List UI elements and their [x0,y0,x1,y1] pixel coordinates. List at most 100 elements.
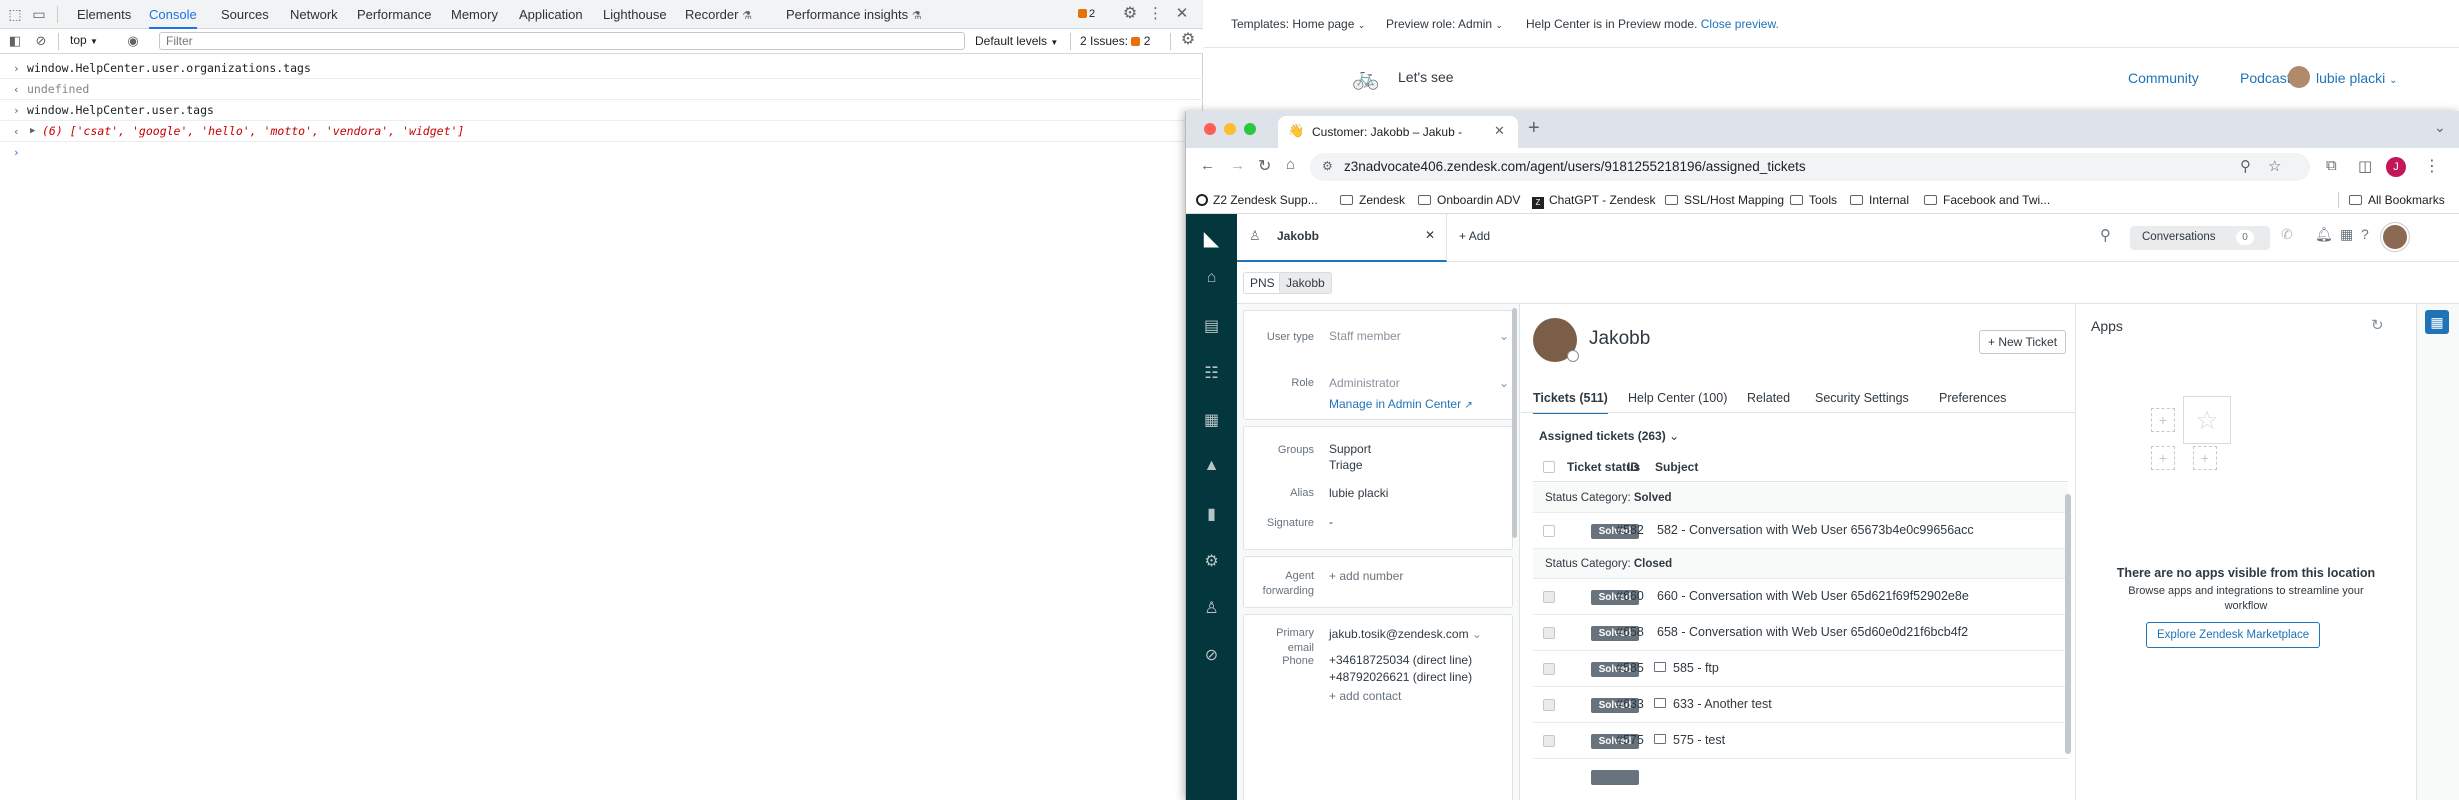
alias-value[interactable]: lubie placki [1329,486,1388,500]
sidebar-toggle-icon[interactable]: ◧ [7,31,23,51]
window-minimize-dot[interactable] [1224,123,1236,135]
table-row[interactable]: Solved #633 633 - Another test [1533,687,2068,723]
new-tab-icon[interactable]: + [1528,117,1540,140]
table-row[interactable]: Solved #582 582 - Conversation with Web … [1533,513,2068,549]
phone-2[interactable]: +48792026621 (direct line) [1329,670,1472,684]
brand-name[interactable]: Let's see [1398,69,1454,85]
nav-podcast[interactable]: Podcast [2240,70,2291,86]
table-row[interactable]: Solved #658 658 - Conversation with Web … [1533,615,2068,651]
home-icon[interactable]: ⌂ [1286,156,1295,173]
more-vertical-icon[interactable]: ⋮ [1148,4,1163,24]
issues-link[interactable]: 2 Issues: 2 [1080,34,1150,48]
add-button[interactable]: + Add [1459,229,1490,243]
ticket-subject[interactable]: 660 - Conversation with Web User 65d621f… [1657,589,2068,603]
issues-badge[interactable]: 2 [1078,8,1095,20]
tab-preferences[interactable]: Preferences [1939,391,2006,405]
group-triage[interactable]: Triage [1329,458,1363,472]
shapes-icon[interactable]: ▲ [1186,457,1237,475]
group-support[interactable]: Support [1329,442,1371,456]
assigned-tickets-dropdown[interactable]: Assigned tickets (263) ⌄ [1539,429,1679,443]
zoom-magnifier-icon[interactable]: ⚲ [2240,157,2251,175]
log-levels-select[interactable]: Default levels ▼ [975,34,1058,48]
views-icon[interactable]: ▤ [1186,316,1237,336]
table-row[interactable]: Solved #585 585 - ftp [1533,651,2068,687]
nav-community[interactable]: Community [2128,70,2199,86]
col-id[interactable]: ID [1627,460,1639,474]
row-checkbox[interactable] [1543,525,1555,537]
filter-input[interactable] [159,32,965,50]
ticket-subject[interactable]: 582 - Conversation with Web User 65673b4… [1657,523,2068,537]
breadcrumb-org[interactable]: PNS [1243,272,1282,294]
avatar[interactable] [2288,66,2310,88]
tab-application[interactable]: Application [519,0,583,29]
tab-related[interactable]: Related [1747,391,1790,405]
row-checkbox[interactable] [1543,735,1555,747]
console-input-line[interactable]: › window.HelpCenter.user.tags [0,100,1203,121]
tab-console[interactable]: Console [149,0,197,29]
refresh-icon[interactable]: ↻ [2371,316,2384,334]
site-settings-icon[interactable]: ⚙ [1322,159,1333,173]
reload-icon[interactable]: ↻ [1258,156,1271,176]
tab-recorder[interactable]: Recorder ⚗ [685,0,752,29]
table-row-partial[interactable] [1533,759,2068,795]
bookmark-internal[interactable]: Internal [1850,193,1909,207]
tab-performance[interactable]: Performance [357,0,431,29]
row-checkbox[interactable] [1543,627,1555,639]
breadcrumb-user[interactable]: Jakobb [1279,272,1332,294]
bookmark-facebook[interactable]: Facebook and Twi... [1924,193,2050,207]
bookmark-onboarding[interactable]: Onboardin ADV [1418,193,1520,207]
bookmark-zendesk[interactable]: Zendesk [1340,193,1405,207]
preview-role-select[interactable]: Preview role: Admin ⌄ [1386,17,1503,31]
side-panel-icon[interactable]: ◫ [2358,157,2372,175]
inspect-icon[interactable]: ⬚ [6,4,24,24]
tab-network[interactable]: Network [290,0,338,29]
gear-icon[interactable]: ⚙ [1120,4,1140,24]
close-icon[interactable]: ✕ [1174,4,1190,24]
col-subject[interactable]: Subject [1655,460,1698,474]
bell-icon[interactable]: 🔔︎ [2315,226,2333,243]
clear-console-icon[interactable]: ⊘ [33,31,49,51]
device-toggle-icon[interactable]: ▭ [30,4,48,24]
customers-icon[interactable]: ☷ [1186,363,1237,383]
explore-marketplace-button[interactable]: Explore Zendesk Marketplace [2146,622,2321,648]
tab-sources[interactable]: Sources [221,0,269,29]
header-user-tab[interactable]: ♙ Jakobb ✕ [1237,214,1447,262]
manage-admin-center-link[interactable]: Manage in Admin Center ↗ [1329,397,1473,411]
user-type-select-2[interactable]: Staff member ⌄ [1329,329,1509,343]
ticket-subject[interactable]: 633 - Another test [1673,697,2068,711]
tab-lighthouse[interactable]: Lighthouse [603,0,667,29]
console-input-line[interactable]: › window.HelpCenter.user.organizations.t… [0,58,1203,79]
bookmark-star-icon[interactable]: ☆ [2268,157,2281,175]
signature-value[interactable]: - [1329,515,1333,529]
conversations-button[interactable]: Conversations 0 [2130,226,2270,250]
tab-tickets[interactable]: Tickets (511) [1533,391,1608,414]
table-row[interactable]: Solved #660 660 - Conversation with Web … [1533,579,2068,615]
extensions-icon[interactable]: ⧉ [2326,157,2337,174]
primary-email-value[interactable]: jakub.tosik@zendesk.com ⌄ [1329,627,1482,641]
tab-search-chevron-icon[interactable]: ⌄ [2434,119,2446,136]
role-select[interactable]: Administrator ⌄ [1329,376,1509,390]
window-close-dot[interactable] [1204,123,1216,135]
tab-security-settings[interactable]: Security Settings [1815,391,1909,405]
apps-grid-icon[interactable]: ▦ [2425,310,2449,334]
row-checkbox[interactable] [1543,591,1555,603]
sidebar-scrollbar[interactable] [1512,308,1517,538]
select-all-checkbox[interactable] [1543,461,1555,473]
bookmark-ssl[interactable]: SSL/Host Mapping [1665,193,1784,207]
admin-gear-icon[interactable]: ⚙ [1186,551,1237,571]
tab-elements[interactable]: Elements [77,0,131,29]
agent-avatar[interactable] [2381,223,2409,251]
new-ticket-button[interactable]: + New Ticket [1979,330,2067,354]
add-number-link[interactable]: + add number [1329,569,1403,583]
phone-icon[interactable]: ✆ [2281,226,2293,243]
reporting-icon[interactable]: ▮ [1186,504,1237,524]
console-prompt[interactable]: › [0,142,1203,163]
templates-select[interactable]: Templates: Home page ⌄ [1231,17,1365,31]
address-bar[interactable]: ⚙ z3nadvocate406.zendesk.com/agent/users… [1310,153,2310,181]
back-arrow-icon[interactable]: ← [1200,157,1215,174]
ticket-subject[interactable]: 658 - Conversation with Web User 65d60e0… [1657,625,2068,639]
home-icon[interactable]: ⌂ [1186,269,1237,287]
all-bookmarks[interactable]: All Bookmarks [2349,193,2445,207]
browser-menu-icon[interactable]: ⋮ [2424,156,2440,176]
phone-1[interactable]: +34618725034 (direct line) [1329,653,1472,667]
